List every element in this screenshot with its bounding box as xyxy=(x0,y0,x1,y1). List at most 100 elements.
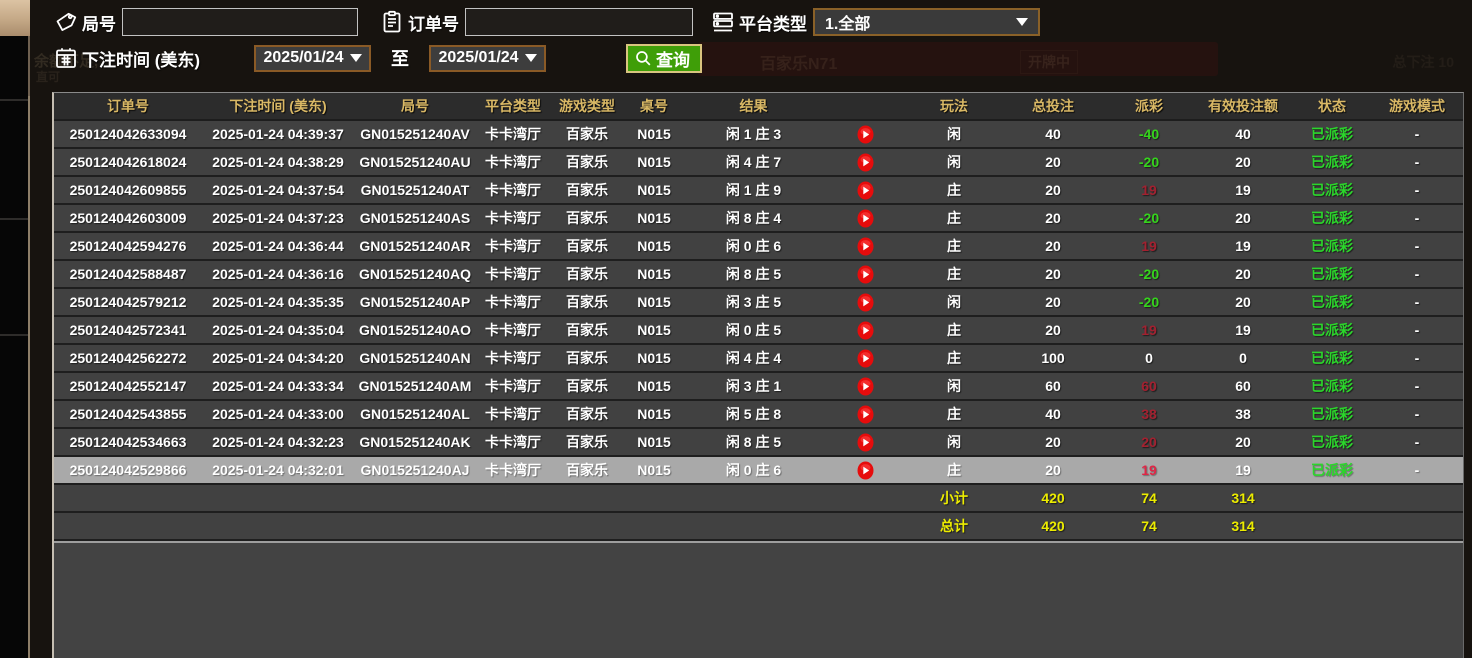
cell-game-mode: - xyxy=(1371,316,1463,344)
table-row[interactable]: 2501240425521472025-01-24 04:33:34GN0152… xyxy=(54,372,1463,400)
records-panel: 余额不足, 直可 百家乐N71 开牌中 总下注 10 百家乐 龙虎 中午 局号 … xyxy=(30,0,1472,658)
table-row[interactable]: 2501240426330942025-01-24 04:39:37GN0152… xyxy=(54,120,1463,148)
cell-platform: 卡卡湾厅 xyxy=(476,316,550,344)
column-header: 结果 xyxy=(684,93,823,120)
cell-game-mode: - xyxy=(1371,120,1463,148)
table-row[interactable]: 2501240425792122025-01-24 04:35:35GN0152… xyxy=(54,288,1463,316)
column-header: 游戏模式 xyxy=(1371,93,1463,120)
cell-game-type: 百家乐 xyxy=(550,316,624,344)
cell-valid-bet: 20 xyxy=(1193,260,1293,288)
play-video-icon[interactable] xyxy=(857,237,874,256)
table-row[interactable]: 2501240425438552025-01-24 04:33:00GN0152… xyxy=(54,400,1463,428)
table-row[interactable]: 2501240426180242025-01-24 04:38:29GN0152… xyxy=(54,148,1463,176)
column-header: 状态 xyxy=(1293,93,1371,120)
date-from-select[interactable]: 2025/01/24 xyxy=(254,45,371,72)
column-header: 总投注 xyxy=(1001,93,1105,120)
cell-bet-type: 闲 xyxy=(907,148,1001,176)
grand-total-label: 总计 xyxy=(907,512,1001,540)
cell-bet-type: 庄 xyxy=(907,344,1001,372)
play-video-icon[interactable] xyxy=(857,181,874,200)
table-row[interactable]: 2501240425298662025-01-24 04:32:01GN0152… xyxy=(54,456,1463,484)
table-row[interactable]: 2501240425622722025-01-24 04:34:20GN0152… xyxy=(54,344,1463,372)
grand-total-payout: 74 xyxy=(1105,512,1193,540)
cell-payout: 19 xyxy=(1105,232,1193,260)
cell-result: 闲 8 庄 4 xyxy=(684,204,823,232)
cell-round-id: GN015251240AP xyxy=(354,288,476,316)
cell-order-id: 250124042633094 xyxy=(54,120,202,148)
cell-bet-type: 庄 xyxy=(907,456,1001,484)
cell-table-no: N015 xyxy=(624,372,684,400)
play-video-icon[interactable] xyxy=(857,433,874,452)
play-video-icon[interactable] xyxy=(857,349,874,368)
play-video-icon[interactable] xyxy=(857,461,874,480)
cell-table-no: N015 xyxy=(624,344,684,372)
cell-valid-bet: 19 xyxy=(1193,232,1293,260)
cell-result: 闲 0 庄 6 xyxy=(684,456,823,484)
cell-total-bet: 20 xyxy=(1001,428,1105,456)
cell-platform: 卡卡湾厅 xyxy=(476,372,550,400)
cell-result: 闲 5 庄 8 xyxy=(684,400,823,428)
cell-replay xyxy=(823,120,907,148)
search-icon xyxy=(634,49,653,68)
cell-table-no: N015 xyxy=(624,316,684,344)
cell-platform: 卡卡湾厅 xyxy=(476,456,550,484)
calendar-icon xyxy=(54,46,78,70)
cell-payout: -20 xyxy=(1105,260,1193,288)
platform-type-select[interactable]: 1.全部 xyxy=(813,8,1040,36)
table-row[interactable]: 2501240425723412025-01-24 04:35:04GN0152… xyxy=(54,316,1463,344)
cell-total-bet: 20 xyxy=(1001,260,1105,288)
date-to-select[interactable]: 2025/01/24 xyxy=(429,45,546,72)
play-video-icon[interactable] xyxy=(857,377,874,396)
cell-total-bet: 40 xyxy=(1001,120,1105,148)
grand-total-row: 总计 420 74 314 xyxy=(54,512,1463,540)
cell-payout: 20 xyxy=(1105,428,1193,456)
cell-bet-time: 2025-01-24 04:33:00 xyxy=(202,400,354,428)
cell-platform: 卡卡湾厅 xyxy=(476,120,550,148)
cell-bet-time: 2025-01-24 04:35:04 xyxy=(202,316,354,344)
cell-valid-bet: 19 xyxy=(1193,456,1293,484)
cell-status: 已派彩 xyxy=(1293,372,1371,400)
query-button[interactable]: 查询 xyxy=(626,44,702,73)
cell-bet-type: 庄 xyxy=(907,260,1001,288)
cell-bet-time: 2025-01-24 04:38:29 xyxy=(202,148,354,176)
cell-payout: 60 xyxy=(1105,372,1193,400)
cell-table-no: N015 xyxy=(624,120,684,148)
cell-replay xyxy=(823,148,907,176)
play-video-icon[interactable] xyxy=(857,321,874,340)
cell-status: 已派彩 xyxy=(1293,120,1371,148)
cell-game-type: 百家乐 xyxy=(550,120,624,148)
cell-bet-time: 2025-01-24 04:34:20 xyxy=(202,344,354,372)
cell-total-bet: 60 xyxy=(1001,372,1105,400)
bet-time-label: 下注时间 (美东) xyxy=(82,46,200,71)
table-row[interactable]: 2501240425346632025-01-24 04:32:23GN0152… xyxy=(54,428,1463,456)
round-id-input[interactable] xyxy=(122,8,358,36)
cell-bet-type: 庄 xyxy=(907,316,1001,344)
cell-replay xyxy=(823,344,907,372)
cell-total-bet: 20 xyxy=(1001,148,1105,176)
cell-status: 已派彩 xyxy=(1293,288,1371,316)
play-video-icon[interactable] xyxy=(857,405,874,424)
left-sidebar-strip xyxy=(0,0,28,658)
cell-round-id: GN015251240AV xyxy=(354,120,476,148)
table-row[interactable]: 2501240426030092025-01-24 04:37:23GN0152… xyxy=(54,204,1463,232)
play-video-icon[interactable] xyxy=(857,153,874,172)
cell-round-id: GN015251240AQ xyxy=(354,260,476,288)
play-video-icon[interactable] xyxy=(857,265,874,284)
cell-result: 闲 8 庄 5 xyxy=(684,428,823,456)
cell-replay xyxy=(823,176,907,204)
table-row[interactable]: 2501240425884872025-01-24 04:36:16GN0152… xyxy=(54,260,1463,288)
play-video-icon[interactable] xyxy=(857,125,874,144)
cell-bet-time: 2025-01-24 04:32:01 xyxy=(202,456,354,484)
cell-platform: 卡卡湾厅 xyxy=(476,260,550,288)
cell-valid-bet: 60 xyxy=(1193,372,1293,400)
cell-result: 闲 4 庄 4 xyxy=(684,344,823,372)
play-video-icon[interactable] xyxy=(857,293,874,312)
chevron-down-icon xyxy=(525,54,537,62)
cell-total-bet: 20 xyxy=(1001,204,1105,232)
cell-result: 闲 3 庄 1 xyxy=(684,372,823,400)
table-row[interactable]: 2501240425942762025-01-24 04:36:44GN0152… xyxy=(54,232,1463,260)
order-id-input[interactable] xyxy=(465,8,693,36)
play-video-icon[interactable] xyxy=(857,209,874,228)
cell-valid-bet: 0 xyxy=(1193,344,1293,372)
table-row[interactable]: 2501240426098552025-01-24 04:37:54GN0152… xyxy=(54,176,1463,204)
